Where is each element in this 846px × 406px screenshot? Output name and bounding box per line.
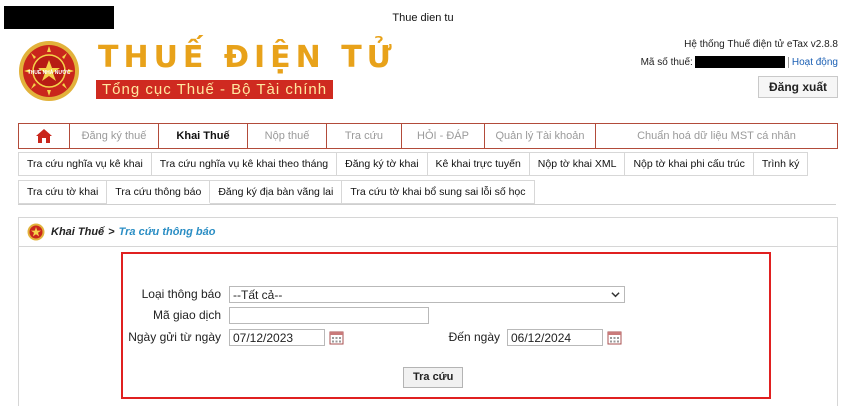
subtab-trinh-ky[interactable]: Trình ký [753,152,809,176]
nav-dang-ky-thue[interactable]: Đăng ký thuế [70,124,159,148]
sub-nav-row-2: Tra cứu tờ khai Tra cứu thông báo Đăng k… [18,180,535,204]
home-icon [36,129,52,143]
subtab-nop-to-khai-xml[interactable]: Nộp tờ khai XML [529,152,626,176]
calendar-icon[interactable] [607,330,622,345]
status-link[interactable]: Hoạt động [787,56,838,68]
nav-khai-thue[interactable]: Khai Thuế [159,124,248,148]
subtab-tra-cuu-to-khai[interactable]: Tra cứu tờ khai [18,180,108,204]
search-button[interactable]: Tra cứu [403,367,464,388]
nav-hoi-dap[interactable]: HỎI - ĐÁP [402,124,485,148]
dropdown-arrow-icon [611,292,620,298]
from-date-label: Ngày gửi từ ngày [128,330,221,344]
tax-code-label: Mã số thuế: [640,56,693,68]
window-title: Thue dien tu [392,12,454,24]
tax-code-redacted [694,56,777,68]
brand-subtitle: Tổng cục Thuế - Bộ Tài chính [96,80,334,99]
tax-code-line: Mã số thuế: Hoạt động [641,56,838,68]
notice-type-label: Loại thông báo [141,287,221,301]
subtab-phi-cau-truc[interactable]: Nộp tờ khai phi cấu trúc [625,152,754,176]
notice-type-value: --Tất cả-- [233,288,283,302]
home-tab[interactable] [19,124,70,148]
transaction-code-input[interactable] [229,307,429,324]
subtab-dang-ky-to-khai[interactable]: Đăng ký tờ khai [337,152,428,176]
notice-type-select[interactable]: --Tất cả-- [229,286,625,303]
subtab-bo-sung-sai-loi[interactable]: Tra cứu tờ khai bổ sung sai lỗi số học [342,180,535,204]
system-version-text: Hệ thống Thuế điện tử eTax v2.8.8 [684,39,838,50]
subtab-dia-ban-vang-lai[interactable]: Đăng ký địa bàn vãng lai [210,180,343,204]
transaction-code-label: Mã giao dịch [152,308,221,322]
breadcrumb-separator: > [108,226,115,238]
subtab-ke-khai-truc-tuyen[interactable]: Kê khai trực tuyến [427,152,530,176]
sub-nav-row-1: Tra cứu nghĩa vụ kê khai Tra cứu nghĩa v… [18,152,809,176]
breadcrumb: Khai Thuế > Tra cứu thông báo [18,217,838,247]
emblem-small-icon [27,223,45,241]
to-date-input[interactable]: 06/12/2024 [507,329,603,346]
nav-quan-ly-tai-khoan[interactable]: Quản lý Tài khoản [485,124,596,148]
calendar-icon[interactable] [329,330,344,345]
emblem-text: THUẾ NHÀ NƯỚC [27,70,71,76]
to-date-label: Đến ngày [448,330,500,344]
from-date-input[interactable]: 07/12/2023 [229,329,325,346]
subtab-nghia-vu-theo-thang[interactable]: Tra cứu nghĩa vụ kê khai theo tháng [151,152,338,176]
subtab-tra-cuu-thong-bao[interactable]: Tra cứu thông báo [107,180,211,204]
subtab-tra-cuu-nghia-vu[interactable]: Tra cứu nghĩa vụ kê khai [18,152,152,176]
tax-code-redacted-2 [776,56,785,68]
nav-chuan-hoa-mst[interactable]: Chuẩn hoá dữ liệu MST cá nhân [596,124,837,148]
breadcrumb-parent[interactable]: Khai Thuế [51,226,104,238]
logout-button[interactable]: Đăng xuất [757,76,838,98]
divider [18,204,836,205]
nav-tra-cuu[interactable]: Tra cứu [327,124,402,148]
breadcrumb-current: Tra cứu thông báo [118,226,216,238]
nav-nop-thue[interactable]: Nộp thuế [248,124,327,148]
main-nav: Đăng ký thuế Khai Thuế Nộp thuế Tra cứu … [18,123,838,149]
brand-title: THUẾ ĐIỆN TỬ [98,40,397,75]
